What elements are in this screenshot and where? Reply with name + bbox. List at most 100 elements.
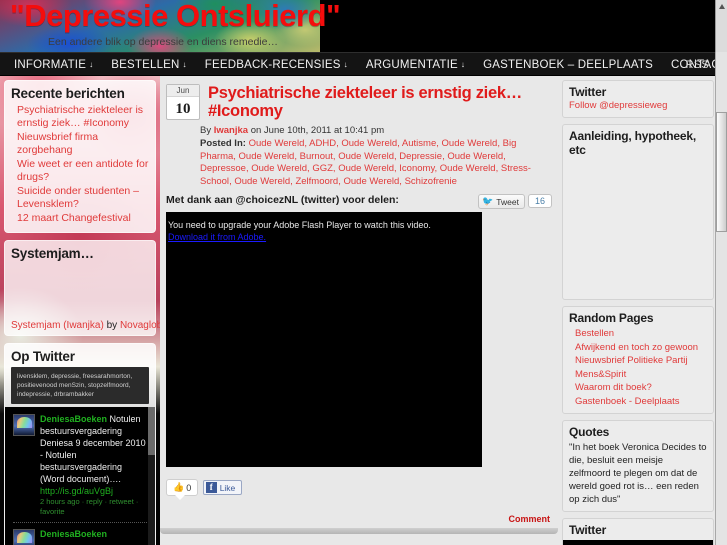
tweet-link[interactable]: http://is.gd/auVgBj — [40, 485, 147, 497]
site-title[interactable]: "Depressie Ontsluierd" — [10, 0, 341, 34]
byline-suffix: on June 10th, 2011 at 10:41 pm — [248, 125, 385, 136]
category-link[interactable]: Depressie — [399, 151, 442, 162]
tweet-text: Notulen bestuursvergadering Deniesa 9 de… — [40, 414, 146, 484]
category-link[interactable]: Schizofrenie — [405, 176, 457, 187]
facebook-like-label: Like — [219, 482, 236, 493]
widget-twitter-bottom: Twitter Depressieweg — [562, 518, 714, 545]
systemjam-by: by — [103, 320, 120, 331]
category-link[interactable]: Oude Wereld — [447, 151, 503, 162]
sidebar-right: Twitter Follow @depressieweg Aanleiding,… — [562, 80, 714, 545]
post-categories: Posted In: Oude Wereld, ADHD, Oude Werel… — [200, 137, 552, 188]
widget-title: Recente berichten — [11, 86, 125, 101]
post-date-badge: Jun 10 — [166, 84, 200, 120]
post-title[interactable]: Psychiatrische ziekteleer is ernstig zie… — [208, 84, 552, 120]
nav-item-informatie[interactable]: INFORMATIE ↓ — [5, 53, 102, 77]
widget-op-twitter: Op Twitter livensklem, depressie, freesa… — [4, 343, 156, 545]
rss-link[interactable]: RSS — [685, 53, 709, 77]
scrollbar-top-arrow[interactable] — [715, 0, 727, 52]
comment-link[interactable]: Comment — [508, 514, 550, 524]
widget-title: Aanleiding, hypotheek, etc — [569, 129, 696, 157]
tweet-item[interactable]: DeniesaBoeken — [13, 528, 147, 545]
tweet-meta[interactable]: 2 hours ago · reply · retweet · favorite — [40, 497, 147, 517]
tweet-body: DeniesaBoeken — [40, 528, 107, 545]
category-link[interactable]: Oude Wereld — [249, 138, 305, 149]
tweet-button[interactable]: 🐦 Tweet — [478, 194, 525, 209]
nav-item-feedback-recensies[interactable]: FEEDBACK-RECENSIES ↓ — [196, 53, 357, 77]
flash-upgrade-message: You need to upgrade your Adobe Flash Pla… — [168, 220, 431, 230]
list-item[interactable]: Wie weet er een antidote for drugs? — [11, 158, 149, 185]
category-link[interactable]: ADHD — [309, 138, 336, 149]
post-author[interactable]: Iwanjka — [214, 125, 248, 136]
category-link[interactable]: Oude Wereld — [442, 138, 498, 149]
category-link[interactable]: Oude Wereld — [343, 176, 399, 187]
widget-title: Op Twitter — [11, 349, 75, 364]
category-link[interactable]: Oude Wereld — [234, 176, 290, 187]
tweet-count[interactable]: 16 — [527, 194, 552, 208]
category-link[interactable]: Zelfmoord — [295, 176, 338, 187]
nav-label: INFORMATIE — [14, 59, 87, 71]
thumbs-up-icon: 👍 — [173, 482, 185, 492]
tweet-username[interactable]: DeniesaBoeken — [40, 414, 107, 424]
byline-prefix: By — [200, 125, 214, 136]
category-link[interactable]: Iconomy — [399, 163, 434, 174]
list-item[interactable]: Bestellen — [569, 327, 707, 341]
chevron-down-icon: ↓ — [89, 60, 94, 69]
flash-download-link[interactable]: Download it from Adobe. — [168, 232, 266, 242]
post-intro-row: Met dank aan @choicezNL (twitter) voor d… — [160, 188, 558, 212]
category-link[interactable]: Burnout — [300, 151, 333, 162]
twitter-tag-cloud[interactable]: livensklem, depressie, freesarahmorton, … — [11, 367, 149, 404]
scrollbar-thumb[interactable] — [716, 112, 727, 232]
category-link[interactable]: Oude Wereld — [440, 163, 496, 174]
systemjam-link[interactable]: Systemjam (Iwanjka) — [11, 320, 104, 331]
category-link[interactable]: Oude Wereld — [239, 151, 295, 162]
facebook-icon: f — [205, 482, 217, 493]
list-item[interactable]: Psychiatrische ziekteleer is ernstig zie… — [11, 104, 149, 131]
nav-label: FEEDBACK-RECENSIES — [204, 59, 341, 71]
category-link[interactable]: Autisme — [402, 138, 436, 149]
widget-random-pages: Random Pages Bestellen Afwijkend en toch… — [562, 306, 714, 414]
tweet-body: DeniesaBoeken Notulen bestuursvergaderin… — [40, 413, 147, 517]
scrollbar-thumb[interactable] — [148, 407, 155, 455]
article-bottom-edge — [160, 528, 558, 534]
list-item[interactable]: Mens&Spirit — [569, 368, 707, 382]
page-root: "Depressie Ontsluierd" Een andere blik o… — [0, 0, 727, 545]
twitter-feed: DeniesaBoeken Notulen bestuursvergaderin… — [5, 407, 155, 545]
list-item[interactable]: Afwijkend en toch zo gewoon — [569, 341, 707, 355]
nav-item-bestellen[interactable]: BESTELLEN ↓ — [102, 53, 195, 77]
site-banner: "Depressie Ontsluierd" Een andere blik o… — [0, 0, 727, 52]
list-item[interactable]: 12 maart Changefestival — [11, 212, 149, 226]
posted-in-label: Posted In: — [200, 138, 249, 149]
list-item[interactable]: Suicide onder studenten – Levensklem? — [11, 185, 149, 212]
category-link[interactable]: Oude Wereld — [251, 163, 307, 174]
category-link[interactable]: Oude Wereld — [338, 151, 394, 162]
video-player[interactable]: You need to upgrade your Adobe Flash Pla… — [166, 212, 482, 467]
tweet-item[interactable]: DeniesaBoeken Notulen bestuursvergaderin… — [13, 413, 147, 522]
nav-item-argumentatie[interactable]: ARGUMENTATIE ↓ — [357, 53, 474, 77]
twitter-feed-scrollbar[interactable] — [148, 407, 155, 545]
category-link[interactable]: GGZ — [312, 163, 333, 174]
post-footer: 👍 0 f Like Comment — [166, 472, 552, 534]
tweet-share-box: 🐦 Tweet 16 — [478, 194, 552, 209]
category-link[interactable]: Depressoe — [200, 163, 246, 174]
facebook-like-button[interactable]: f Like — [202, 480, 243, 495]
follow-link[interactable]: Follow @depressieweg — [569, 99, 707, 112]
nav-item-gastenboek-deelplaats[interactable]: GASTENBOEK – DEELPLAATS — [474, 53, 662, 77]
widget-twitter-top: Twitter Follow @depressieweg — [562, 80, 714, 118]
avatar — [13, 529, 35, 545]
twitter-bird-icon: 🐦 — [482, 196, 494, 206]
list-item[interactable]: Nieuwsbrief Politieke Partij — [569, 354, 707, 368]
page-scrollbar[interactable] — [715, 52, 727, 545]
category-links: Oude Wereld, ADHD, Oude Wereld, Autisme,… — [200, 138, 531, 187]
tweet-username[interactable]: DeniesaBoeken — [40, 529, 107, 539]
date-day: 10 — [175, 101, 191, 117]
divider — [13, 522, 147, 523]
sidebar-left: Recente berichten Psychiatrische ziektel… — [4, 80, 168, 545]
list-item[interactable]: Waarom dit boek? — [569, 381, 707, 395]
like-count-bubble[interactable]: 👍 0 — [166, 479, 199, 500]
category-link[interactable]: Oude Wereld — [338, 163, 394, 174]
widget-title: Twitter — [569, 523, 607, 537]
list-item[interactable]: Gastenboek - Deelplaats — [569, 395, 707, 409]
widget-recente-berichten: Recente berichten Psychiatrische ziektel… — [4, 80, 156, 233]
category-link[interactable]: Oude Wereld — [341, 138, 397, 149]
list-item[interactable]: Nieuwsbrief firma zorgbehang — [11, 131, 149, 158]
